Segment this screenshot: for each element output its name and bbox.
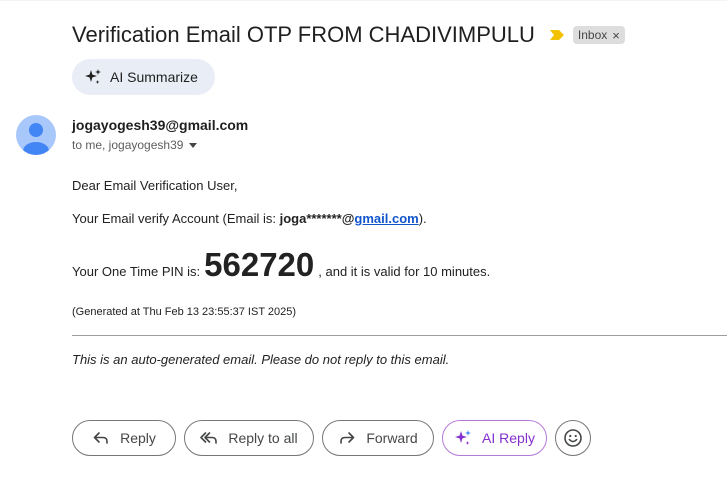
greeting-text: Dear Email Verification User, [72, 178, 238, 193]
ai-reply-button[interactable]: AI Reply [442, 420, 547, 456]
recipients-line[interactable]: to me, jogayogesh39 [72, 138, 198, 152]
caret-down-icon[interactable] [189, 142, 198, 148]
pin-suffix: , and it is valid for 10 minutes. [318, 264, 491, 279]
ai-summarize-button[interactable]: AI Summarize [72, 59, 215, 95]
forward-label: Forward [366, 430, 418, 446]
forward-icon [340, 432, 355, 444]
body-divider [72, 335, 727, 336]
verify-suffix: ). [418, 211, 427, 226]
emoji-reaction-button[interactable] [555, 420, 591, 456]
ai-reply-label: AI Reply [482, 430, 535, 446]
verify-account-line: Your Email verify Account (Email is: jog… [72, 211, 427, 226]
inbox-label-chip: Inbox × [572, 26, 625, 44]
email-domain-link[interactable]: gmail.com [354, 211, 418, 226]
forward-button[interactable]: Forward [322, 420, 434, 456]
sender-email[interactable]: jogayogesh39@gmail.com [72, 117, 248, 133]
ai-summarize-label: AI Summarize [110, 69, 198, 85]
remove-label-button[interactable]: × [612, 28, 620, 43]
header-divider [0, 0, 727, 1]
reply-label: Reply [120, 430, 156, 446]
reply-icon [93, 432, 108, 444]
smiley-icon [564, 429, 582, 447]
masked-user: joga*******@ [279, 211, 355, 226]
verify-prefix: Your Email verify Account (Email is: [72, 211, 280, 226]
sparkle-icon [85, 69, 101, 84]
email-subject: Verification Email OTP FROM CHADIVIMPULU [72, 22, 535, 47]
reply-button[interactable]: Reply [72, 420, 176, 456]
generated-timestamp: (Generated at Thu Feb 13 23:55:37 IST 20… [72, 306, 297, 318]
ai-sparkle-icon [455, 430, 472, 445]
auto-generated-notice: This is an auto-generated email. Please … [72, 352, 450, 367]
reply-all-button[interactable]: Reply to all [184, 420, 314, 456]
pin-line: Your One Time PIN is: 562720 , and it is… [72, 246, 490, 284]
sender-avatar-icon[interactable] [16, 115, 56, 155]
otp-pin: 562720 [204, 246, 315, 283]
pin-prefix: Your One Time PIN is: [72, 264, 201, 279]
reply-all-label: Reply to all [228, 430, 298, 446]
subject-row: Verification Email OTP FROM CHADIVIMPULU… [72, 22, 625, 48]
recipients-text: to me, jogayogesh39 [72, 138, 184, 152]
importance-marker-icon[interactable] [549, 29, 565, 41]
reply-all-icon [200, 432, 218, 444]
inbox-label-text: Inbox [577, 28, 608, 42]
